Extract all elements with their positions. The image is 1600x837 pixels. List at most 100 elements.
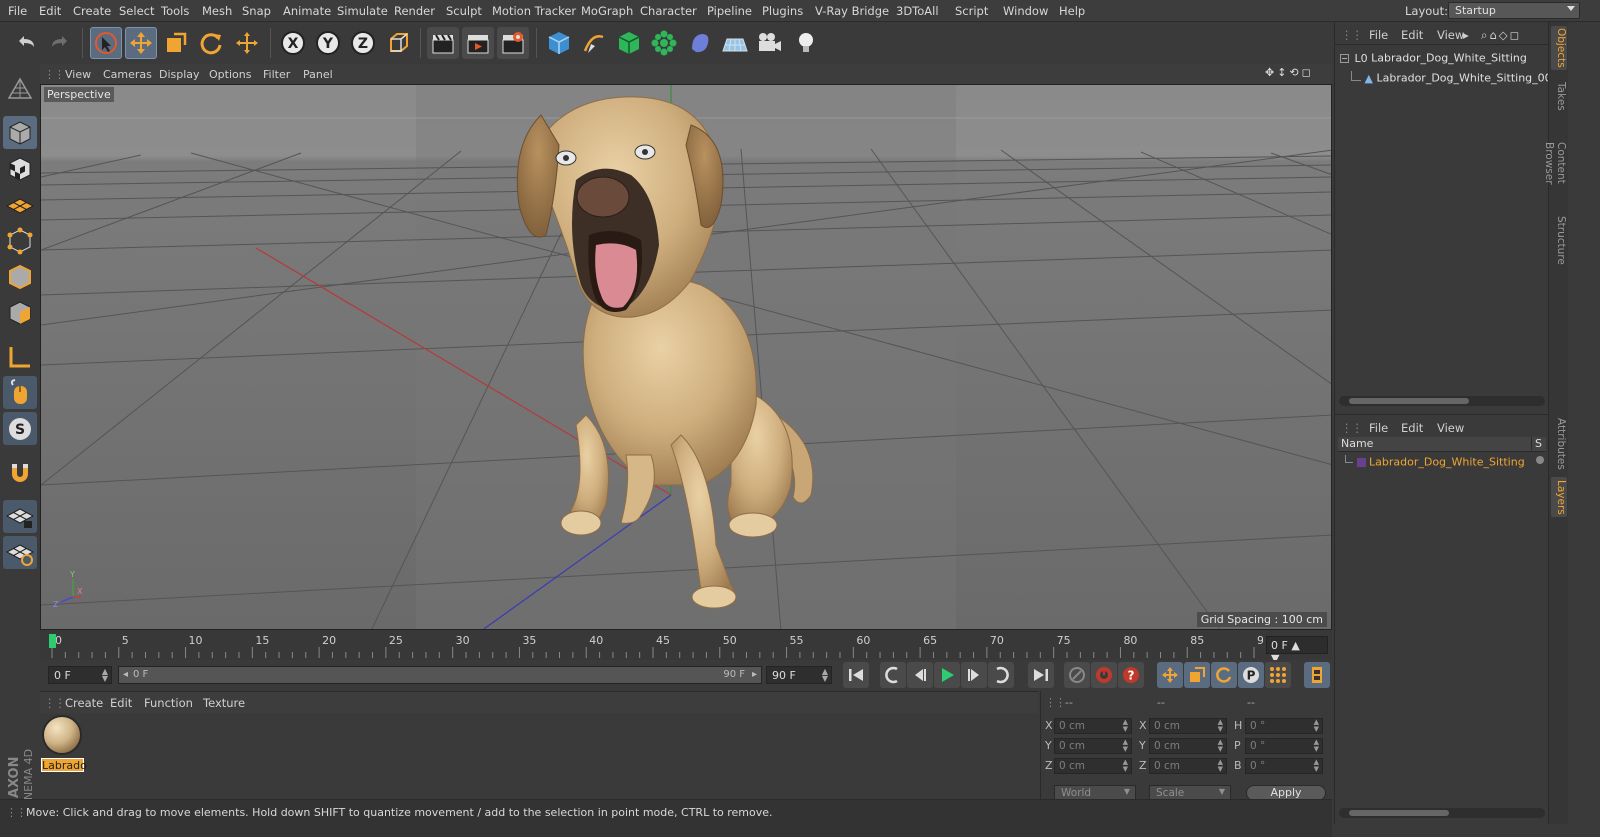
add-light-button[interactable] — [790, 27, 822, 59]
go-to-end-button[interactable] — [1028, 662, 1054, 688]
viewport-menu-options[interactable]: Options — [209, 68, 251, 81]
menu-motion-tracker[interactable]: Motion Tracker — [492, 4, 576, 18]
menu-script[interactable]: Script — [955, 4, 988, 18]
menu-vray-bridge[interactable]: V-Ray Bridge — [815, 4, 889, 18]
material-thumbnail[interactable] — [42, 715, 82, 755]
live-selection-button[interactable] — [90, 27, 122, 59]
locked-workplane-button[interactable] — [3, 500, 37, 533]
key-position-button[interactable] — [1157, 662, 1183, 688]
end-frame-field[interactable]: 90 F ▲ ▼ — [766, 666, 832, 684]
perspective-viewport[interactable]: Y Z X Perspective Grid Spacing : 100 cm — [40, 84, 1332, 630]
size-z-field[interactable]: 0 cm ▲ ▼ — [1149, 758, 1227, 774]
layer-color-swatch[interactable] — [1356, 457, 1366, 467]
key-scale-button[interactable] — [1184, 662, 1210, 688]
rotate-tool-button[interactable] — [195, 27, 227, 59]
material-menu-function[interactable]: Function — [144, 696, 193, 710]
objects-horizontal-scrollbar[interactable] — [1339, 396, 1545, 406]
tab-structure[interactable]: Structure — [1551, 214, 1567, 266]
menu-animate[interactable]: Animate — [283, 4, 331, 18]
edges-mode-button[interactable] — [3, 260, 37, 293]
axis-mode-button[interactable] — [3, 340, 37, 373]
preview-range-slider[interactable]: ◂ 0 F 90 F ▸ — [118, 666, 762, 684]
next-frame-button[interactable] — [961, 662, 987, 688]
menu-help[interactable]: Help — [1059, 4, 1085, 18]
viewport-nav-icons[interactable]: ✥↕⟲◻ — [1265, 66, 1314, 79]
viewport-canvas[interactable]: Y Z X — [41, 85, 1332, 630]
viewport-menu-cameras[interactable]: Cameras — [103, 68, 152, 81]
timeline[interactable]: 0 5 10 15 20 25 30 35 40 45 50 55 60 65 70 75 80 85 90 0 F… — [40, 630, 1332, 665]
layer-solo-dot[interactable] — [1536, 456, 1544, 464]
object-name[interactable]: Labrador_Dog_White_Sitting_00 — [1376, 72, 1551, 85]
viewport-menu-display[interactable]: Display — [159, 68, 200, 81]
model-mode-button[interactable] — [3, 116, 37, 149]
scrollbar-thumb[interactable] — [1349, 398, 1469, 404]
tab-takes[interactable]: Takes — [1551, 76, 1567, 116]
texture-mode-button[interactable] — [3, 152, 37, 185]
snapping-button[interactable] — [3, 456, 37, 489]
objects-menu-view[interactable]: View — [1437, 28, 1464, 42]
tweak-mode-button[interactable] — [3, 376, 37, 409]
timeline-ruler[interactable]: 0 5 10 15 20 25 30 35 40 45 50 55 60 65 70 75 80 85 90 — [48, 630, 1263, 660]
menu-create[interactable]: Create — [73, 4, 111, 18]
go-to-start-button[interactable] — [843, 662, 869, 688]
add-floor-button[interactable] — [719, 27, 751, 59]
material-name[interactable]: Labrado — [41, 758, 87, 772]
transform-tool-button[interactable] — [231, 27, 263, 59]
solo-mode-button[interactable]: S — [3, 412, 37, 445]
points-mode-button[interactable] — [3, 224, 37, 257]
viewport-camera-label[interactable]: Perspective — [44, 87, 114, 102]
menu-character[interactable]: Character — [640, 4, 697, 18]
keyframe-selection-button[interactable]: ? — [1118, 662, 1144, 688]
material-menu-texture[interactable]: Texture — [203, 696, 245, 710]
column-solo-header[interactable]: S — [1531, 437, 1542, 450]
make-editable-button[interactable] — [3, 72, 37, 105]
redo-button[interactable] — [44, 27, 76, 59]
triangle-right-icon[interactable]: ▸ — [1463, 28, 1469, 42]
add-mograph-button[interactable] — [648, 27, 680, 59]
object-manager-tools-icons[interactable]: ⌕⌂◇◻ — [1481, 28, 1521, 43]
layers-menu-file[interactable]: File — [1369, 421, 1388, 435]
play-button[interactable] — [934, 662, 960, 688]
viewport-menu-panel[interactable]: Panel — [303, 68, 333, 81]
scrollbar-thumb[interactable] — [1349, 810, 1449, 816]
add-subdivision-button[interactable] — [613, 27, 645, 59]
menu-window[interactable]: Window — [1003, 4, 1048, 18]
menu-mograph[interactable]: MoGraph — [581, 4, 633, 18]
tab-layers[interactable]: Layers — [1551, 477, 1567, 517]
current-frame-field[interactable]: 0 F ▲ ▼ — [1266, 636, 1328, 665]
layers-menu-view[interactable]: View — [1437, 421, 1464, 435]
tab-content-browser[interactable]: Content Browser — [1543, 120, 1567, 206]
render-to-picture-viewer-button[interactable] — [462, 27, 494, 59]
viewport-menu-filter[interactable]: Filter — [263, 68, 290, 81]
layout-select[interactable]: Startup — [1448, 2, 1580, 19]
y-axis-lock-button[interactable]: Y — [312, 27, 344, 59]
add-spline-button[interactable] — [578, 27, 610, 59]
autokeying-button[interactable] — [1091, 662, 1117, 688]
object-name[interactable]: Labrador_Dog_White_Sitting — [1371, 52, 1527, 65]
scale-tool-button[interactable] — [160, 27, 192, 59]
tab-attributes[interactable]: Attributes — [1551, 418, 1567, 470]
menu-mesh[interactable]: Mesh — [202, 4, 232, 18]
layer-name[interactable]: Labrador_Dog_White_Sitting — [1369, 456, 1525, 469]
render-view-button[interactable] — [427, 27, 459, 59]
planar-workplane-button[interactable] — [3, 536, 37, 569]
polygons-mode-button[interactable] — [3, 296, 37, 329]
collapse-icon[interactable]: − — [1340, 53, 1349, 63]
objects-menu-edit[interactable]: Edit — [1401, 28, 1423, 42]
size-x-field[interactable]: 0 cm ▲ ▼ — [1149, 718, 1227, 734]
key-rotation-button[interactable] — [1211, 662, 1237, 688]
menu-select[interactable]: Select — [119, 4, 154, 18]
rot-b-field[interactable]: 0 ° ▲ ▼ — [1245, 758, 1323, 774]
key-parameter-button[interactable]: P — [1238, 662, 1264, 688]
timeline-window-button[interactable] — [1304, 662, 1330, 688]
move-tool-button[interactable] — [125, 27, 157, 59]
tree-row-labrador-mesh[interactable]: ▲ Labrador_Dog_White_Sitting_00 — [1351, 71, 1552, 85]
tree-row-labrador-root[interactable]: − L0 Labrador_Dog_White_Sitting — [1340, 51, 1527, 65]
pos-x-field[interactable]: 0 cm ▲ ▼ — [1054, 718, 1132, 734]
material-menu-create[interactable]: Create — [65, 696, 103, 710]
menu-edit[interactable]: Edit — [39, 4, 61, 18]
menu-snap[interactable]: Snap — [242, 4, 271, 18]
menu-3dtoall[interactable]: 3DToAll — [896, 4, 939, 18]
column-name-header[interactable]: Name — [1341, 437, 1373, 450]
add-cube-button[interactable] — [543, 27, 575, 59]
